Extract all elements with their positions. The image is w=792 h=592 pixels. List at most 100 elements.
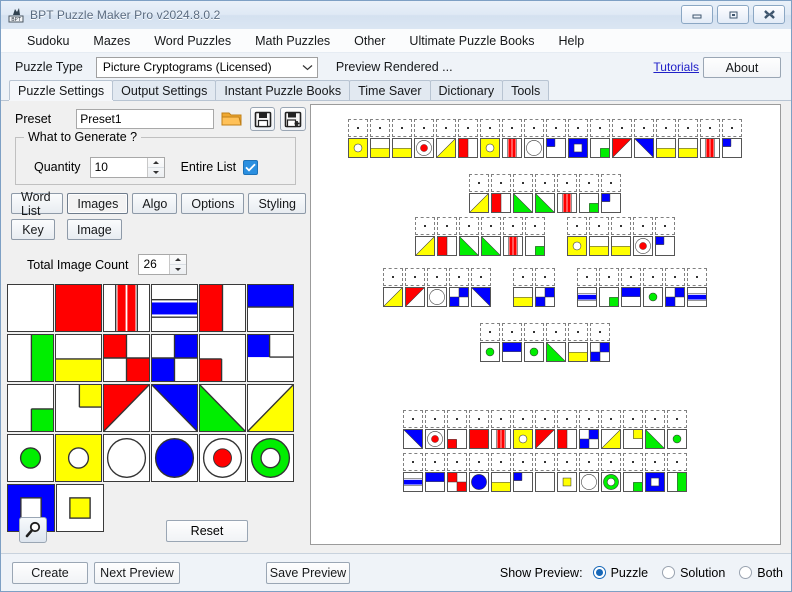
menu-item-help[interactable]: Help — [546, 32, 596, 50]
close-button[interactable] — [753, 5, 785, 24]
preview-symbol-tri-green-ll — [546, 342, 566, 362]
next-preview-button[interactable]: Next Preview — [94, 562, 180, 584]
image-tile-vbar-green-right[interactable] — [7, 334, 54, 382]
preview-symbol-square-blue-tl — [546, 138, 566, 158]
tutorials-link[interactable]: Tutorials — [653, 60, 699, 74]
tab-dictionary[interactable]: Dictionary — [430, 80, 504, 100]
preview-symbol-checker-red — [447, 472, 467, 492]
image-grid-scrollbar[interactable] — [295, 284, 305, 532]
menu-item-math-puzzles[interactable]: Math Puzzles — [243, 32, 342, 50]
menu-item-other[interactable]: Other — [342, 32, 397, 50]
image-tile-vhalf-red-left[interactable] — [199, 284, 246, 332]
preview-answer-blank — [546, 323, 566, 341]
subtab-images[interactable]: Images — [67, 193, 128, 214]
image-tile-circle-white-on-yellow[interactable] — [55, 434, 102, 482]
tab-output-settings[interactable]: Output Settings — [112, 80, 216, 100]
preset-input[interactable]: Preset1 — [76, 109, 214, 129]
subtab-word-list[interactable]: Word List — [11, 193, 63, 214]
preview-answer-blank — [568, 323, 588, 341]
save-as-icon[interactable] — [280, 107, 306, 131]
menu-item-ultimate-puzzle-books[interactable]: Ultimate Puzzle Books — [397, 32, 546, 50]
image-count-up-arrow[interactable] — [170, 255, 186, 265]
image-count-down-arrow[interactable] — [170, 265, 186, 274]
preview-status-text: Preview Rendered ... — [336, 60, 453, 74]
maximize-button[interactable] — [717, 5, 749, 24]
preview-answer-blank — [481, 217, 501, 235]
tab-instant-puzzle-books[interactable]: Instant Puzzle Books — [215, 80, 350, 100]
preview-cell — [579, 453, 599, 492]
radio-solution[interactable] — [662, 566, 675, 579]
tab-puzzle-settings[interactable]: Puzzle Settings — [9, 80, 113, 100]
subtab-options[interactable]: Options — [181, 193, 244, 214]
save-icon[interactable] — [250, 107, 276, 131]
minimize-button[interactable] — [681, 5, 713, 24]
puzzle-preview-canvas[interactable] — [310, 104, 781, 545]
image-tile-circle-green-sm[interactable] — [7, 434, 54, 482]
image-tile-hband-blue[interactable] — [151, 284, 198, 332]
quantity-stepper[interactable]: 10 — [90, 157, 165, 178]
subtab-key[interactable]: Key — [11, 219, 55, 240]
save-preview-button[interactable]: Save Preview — [266, 562, 350, 584]
radio-puzzle[interactable] — [593, 566, 606, 579]
preview-word-group — [348, 119, 744, 158]
image-tile-tri-yellow-lr[interactable] — [247, 384, 294, 432]
tab-time-saver[interactable]: Time Saver — [349, 80, 430, 100]
preview-answer-blank — [403, 453, 423, 471]
preview-answer-blank — [567, 217, 587, 235]
preview-cell — [687, 268, 707, 307]
puzzle-type-select[interactable]: Picture Cryptograms (Licensed) — [96, 57, 318, 78]
about-button[interactable]: About — [703, 57, 781, 78]
image-tile-square-yellow-on-white[interactable] — [56, 484, 104, 532]
image-tile-circle-blue-lg[interactable] — [151, 434, 198, 482]
entire-list-checkbox[interactable] — [243, 160, 258, 175]
total-image-count-value[interactable]: 26 — [139, 255, 169, 274]
image-tile-notch-yellow-tr[interactable] — [55, 384, 102, 432]
preview-answer-blank — [502, 323, 522, 341]
image-tile-tri-red-ul[interactable] — [103, 384, 150, 432]
radio-option-both[interactable]: Both — [739, 566, 783, 580]
image-tile-notch-green-br[interactable] — [7, 384, 54, 432]
preview-cell — [524, 119, 544, 158]
preview-symbol-vhalf-red-left — [491, 193, 511, 213]
menu-item-mazes[interactable]: Mazes — [81, 32, 142, 50]
image-tile-hhalf-blue-top[interactable] — [247, 284, 294, 332]
preview-answer-blank — [436, 119, 456, 137]
preview-cell — [469, 174, 489, 213]
reset-button[interactable]: Reset — [166, 520, 248, 542]
image-tile-vbars-red[interactable] — [103, 284, 150, 332]
image-tile-notch-blue[interactable] — [247, 334, 294, 382]
folder-open-icon[interactable] — [219, 107, 245, 131]
total-image-count-arrows[interactable] — [169, 255, 186, 274]
image-tile-blank[interactable] — [7, 284, 54, 332]
preview-answer-blank — [513, 453, 533, 471]
quantity-arrows[interactable] — [147, 158, 164, 177]
subtab-image[interactable]: Image — [67, 219, 122, 240]
create-button[interactable]: Create — [12, 562, 88, 584]
tab-tools[interactable]: Tools — [502, 80, 549, 100]
menu-item-word-puzzles[interactable]: Word Puzzles — [142, 32, 243, 50]
quantity-value[interactable]: 10 — [91, 158, 147, 177]
radio-both[interactable] — [739, 566, 752, 579]
total-image-count-stepper[interactable]: 26 — [138, 254, 187, 275]
preview-symbol-hhalf-blue-top — [425, 472, 445, 492]
image-tile-tri-blue-ur[interactable] — [151, 384, 198, 432]
image-tile-circle-white-lg[interactable] — [103, 434, 150, 482]
image-tile-checker-blue[interactable] — [151, 334, 198, 382]
quantity-down-arrow[interactable] — [148, 168, 164, 177]
image-tile-tri-green-ll[interactable] — [199, 384, 246, 432]
image-tile-circle-red-ring[interactable] — [199, 434, 246, 482]
image-tile-hhalf-yellow-bottom[interactable] — [55, 334, 102, 382]
radio-option-solution[interactable]: Solution — [662, 566, 725, 580]
image-tile-ring-green[interactable] — [247, 434, 294, 482]
preview-symbol-hhalf-blue-top — [621, 287, 641, 307]
radio-option-puzzle[interactable]: Puzzle — [593, 566, 649, 580]
magnifier-icon[interactable] — [19, 517, 47, 543]
what-to-generate-group: What to Generate ? Quantity 10 Entire Li… — [15, 137, 296, 185]
menu-item-sudoku[interactable]: Sudoku — [15, 32, 81, 50]
image-tile-checker-red[interactable] — [103, 334, 150, 382]
image-tile-notch-red[interactable] — [199, 334, 246, 382]
quantity-up-arrow[interactable] — [148, 158, 164, 168]
subtab-styling[interactable]: Styling — [248, 193, 306, 214]
subtab-algo[interactable]: Algo — [132, 193, 177, 214]
image-tile-full-red[interactable] — [55, 284, 102, 332]
